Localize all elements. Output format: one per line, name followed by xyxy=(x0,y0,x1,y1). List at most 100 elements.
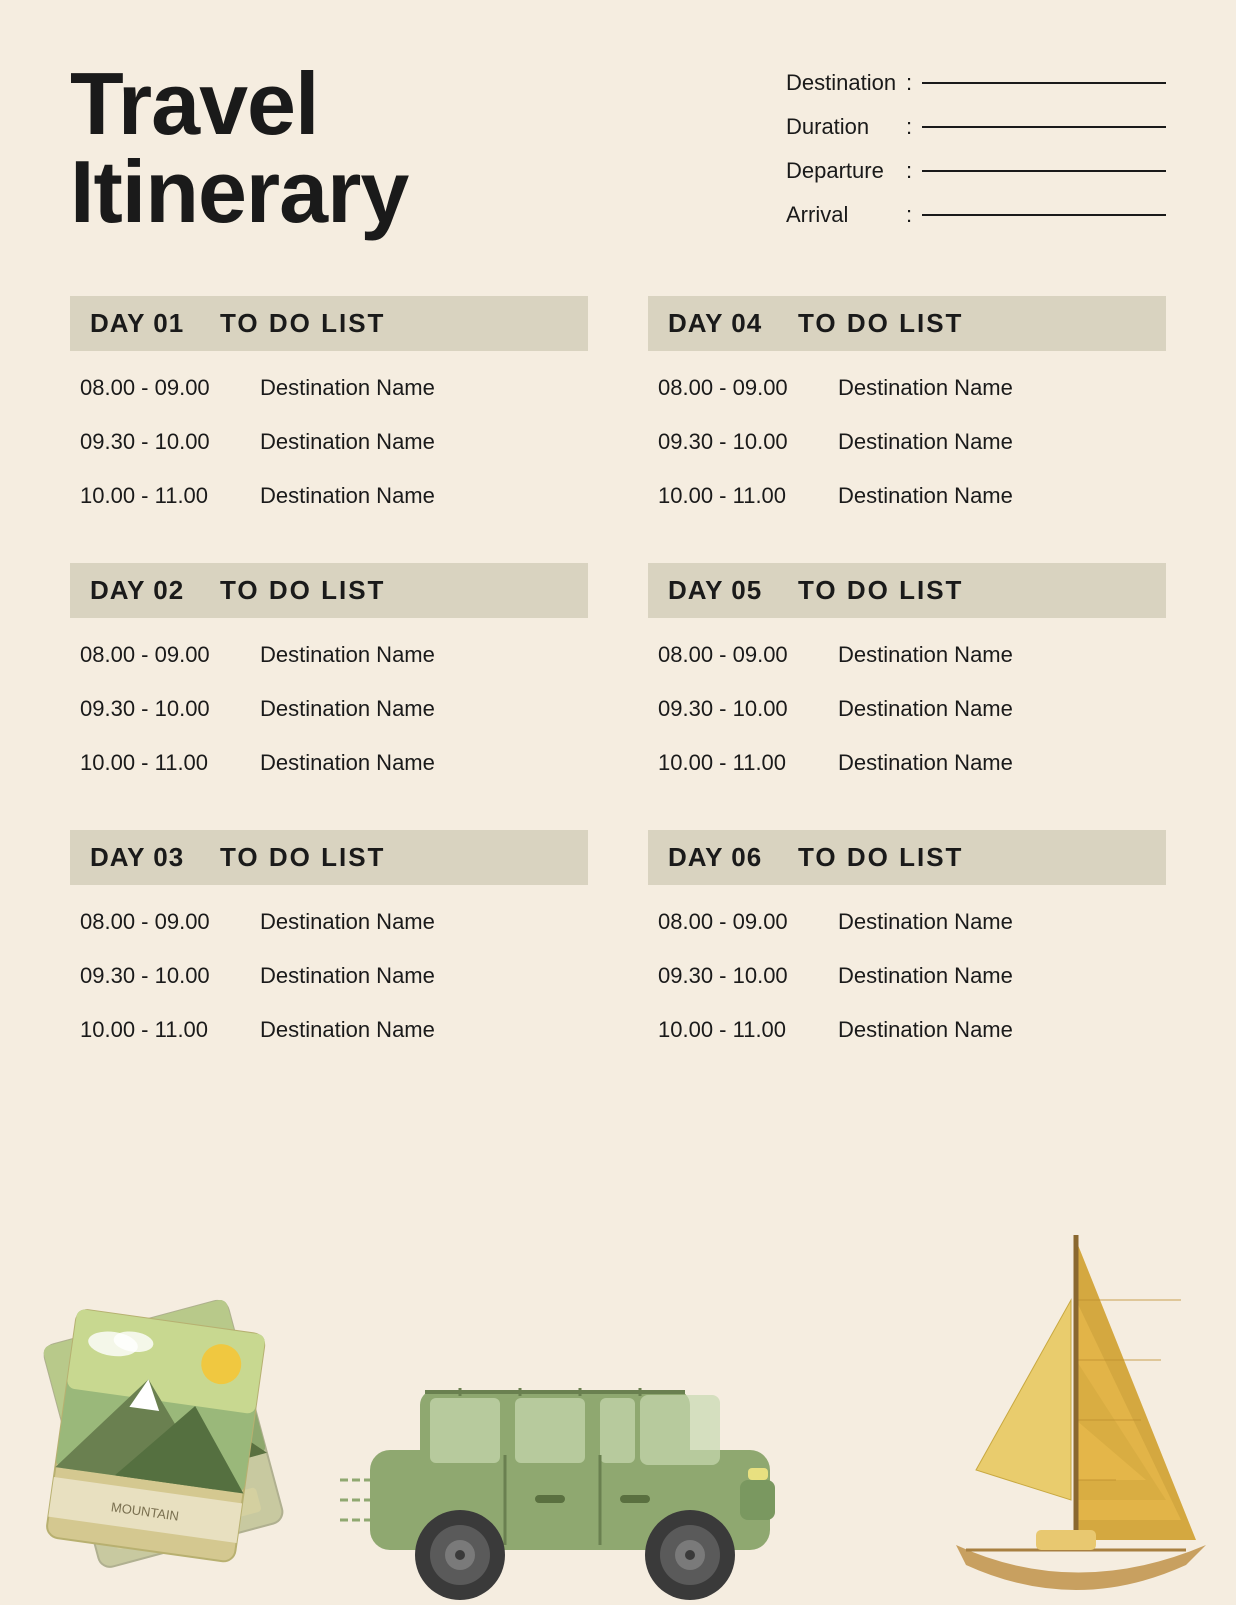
day-label-day01: DAY 01 xyxy=(90,308,220,339)
todo-label-day05: TO DO LIST xyxy=(798,575,963,606)
list-item: 08.00 - 09.00Destination Name xyxy=(648,895,1166,949)
day-header-day04: DAY 04TO DO LIST xyxy=(648,296,1166,351)
list-item: 08.00 - 09.00Destination Name xyxy=(70,895,588,949)
arrival-colon: : xyxy=(906,202,912,228)
item-destination: Destination Name xyxy=(260,1017,435,1043)
list-item: 10.00 - 11.00Destination Name xyxy=(70,1003,588,1057)
day-block-day05: DAY 05TO DO LIST08.00 - 09.00Destination… xyxy=(648,563,1166,790)
list-item: 09.30 - 10.00Destination Name xyxy=(70,682,588,736)
item-time: 10.00 - 11.00 xyxy=(80,1017,260,1043)
todo-label-day06: TO DO LIST xyxy=(798,842,963,873)
day-block-day02: DAY 02TO DO LIST08.00 - 09.00Destination… xyxy=(70,563,588,790)
arrival-label: Arrival xyxy=(786,202,896,228)
day-label-day06: DAY 06 xyxy=(668,842,798,873)
item-time: 09.30 - 10.00 xyxy=(658,696,838,722)
list-item: 09.30 - 10.00Destination Name xyxy=(648,949,1166,1003)
illustrations: MOUNTAIN xyxy=(0,1220,1236,1600)
day-block-day03: DAY 03TO DO LIST08.00 - 09.00Destination… xyxy=(70,830,588,1057)
duration-colon: : xyxy=(906,114,912,140)
todo-label-day01: TO DO LIST xyxy=(220,308,385,339)
days-grid: DAY 01TO DO LIST08.00 - 09.00Destination… xyxy=(70,296,1166,1057)
item-destination: Destination Name xyxy=(838,375,1013,401)
todo-label-day04: TO DO LIST xyxy=(798,308,963,339)
day-header-day06: DAY 06TO DO LIST xyxy=(648,830,1166,885)
duration-row: Duration : xyxy=(786,114,1166,140)
item-time: 09.30 - 10.00 xyxy=(80,696,260,722)
day-label-day05: DAY 05 xyxy=(668,575,798,606)
item-time: 09.30 - 10.00 xyxy=(80,429,260,455)
item-time: 08.00 - 09.00 xyxy=(658,375,838,401)
arrival-row: Arrival : xyxy=(786,202,1166,228)
day-header-day05: DAY 05TO DO LIST xyxy=(648,563,1166,618)
list-item: 10.00 - 11.00Destination Name xyxy=(648,736,1166,790)
item-destination: Destination Name xyxy=(260,642,435,668)
page: Travel Itinerary Destination : Duration … xyxy=(0,0,1236,1600)
departure-label: Departure xyxy=(786,158,896,184)
item-destination: Destination Name xyxy=(838,750,1013,776)
day-header-day01: DAY 01TO DO LIST xyxy=(70,296,588,351)
day-header-day02: DAY 02TO DO LIST xyxy=(70,563,588,618)
item-destination: Destination Name xyxy=(260,696,435,722)
item-destination: Destination Name xyxy=(260,963,435,989)
list-item: 08.00 - 09.00Destination Name xyxy=(70,361,588,415)
duration-label: Duration xyxy=(786,114,896,140)
item-destination: Destination Name xyxy=(838,483,1013,509)
item-time: 10.00 - 11.00 xyxy=(80,750,260,776)
info-block: Destination : Duration : Departure : Arr… xyxy=(786,60,1166,246)
list-item: 08.00 - 09.00Destination Name xyxy=(648,628,1166,682)
todo-label-day03: TO DO LIST xyxy=(220,842,385,873)
item-time: 10.00 - 11.00 xyxy=(658,750,838,776)
mountain-cards-illustration: MOUNTAIN xyxy=(30,1260,310,1600)
car-illustration xyxy=(340,1300,800,1600)
departure-line xyxy=(922,170,1166,172)
todo-label-day02: TO DO LIST xyxy=(220,575,385,606)
item-time: 09.30 - 10.00 xyxy=(80,963,260,989)
item-destination: Destination Name xyxy=(838,642,1013,668)
item-destination: Destination Name xyxy=(260,375,435,401)
day-header-day03: DAY 03TO DO LIST xyxy=(70,830,588,885)
item-time: 09.30 - 10.00 xyxy=(658,429,838,455)
list-item: 10.00 - 11.00Destination Name xyxy=(70,736,588,790)
item-destination: Destination Name xyxy=(838,909,1013,935)
day-block-day01: DAY 01TO DO LIST08.00 - 09.00Destination… xyxy=(70,296,588,523)
list-item: 08.00 - 09.00Destination Name xyxy=(648,361,1166,415)
list-item: 09.30 - 10.00Destination Name xyxy=(70,415,588,469)
list-item: 09.30 - 10.00Destination Name xyxy=(70,949,588,1003)
arrival-line xyxy=(922,214,1166,216)
item-time: 08.00 - 09.00 xyxy=(658,909,838,935)
list-item: 10.00 - 11.00Destination Name xyxy=(648,469,1166,523)
item-time: 08.00 - 09.00 xyxy=(80,909,260,935)
day-block-day04: DAY 04TO DO LIST08.00 - 09.00Destination… xyxy=(648,296,1166,523)
item-destination: Destination Name xyxy=(838,1017,1013,1043)
item-destination: Destination Name xyxy=(838,429,1013,455)
item-destination: Destination Name xyxy=(838,963,1013,989)
day-block-day06: DAY 06TO DO LIST08.00 - 09.00Destination… xyxy=(648,830,1166,1057)
departure-colon: : xyxy=(906,158,912,184)
item-destination: Destination Name xyxy=(260,909,435,935)
destination-row: Destination : xyxy=(786,70,1166,96)
item-destination: Destination Name xyxy=(260,750,435,776)
item-time: 09.30 - 10.00 xyxy=(658,963,838,989)
item-destination: Destination Name xyxy=(838,696,1013,722)
list-item: 09.30 - 10.00Destination Name xyxy=(648,415,1166,469)
day-label-day03: DAY 03 xyxy=(90,842,220,873)
item-destination: Destination Name xyxy=(260,429,435,455)
item-time: 08.00 - 09.00 xyxy=(658,642,838,668)
destination-line xyxy=(922,82,1166,84)
list-item: 09.30 - 10.00Destination Name xyxy=(648,682,1166,736)
item-time: 08.00 - 09.00 xyxy=(80,375,260,401)
page-title: Travel Itinerary xyxy=(70,60,408,236)
destination-label: Destination xyxy=(786,70,896,96)
title-block: Travel Itinerary xyxy=(70,60,408,236)
day-label-day04: DAY 04 xyxy=(668,308,798,339)
list-item: 10.00 - 11.00Destination Name xyxy=(648,1003,1166,1057)
header: Travel Itinerary Destination : Duration … xyxy=(70,60,1166,246)
item-time: 10.00 - 11.00 xyxy=(80,483,260,509)
boat-illustration xyxy=(916,1220,1236,1600)
item-time: 10.00 - 11.00 xyxy=(658,483,838,509)
item-time: 08.00 - 09.00 xyxy=(80,642,260,668)
list-item: 08.00 - 09.00Destination Name xyxy=(70,628,588,682)
item-time: 10.00 - 11.00 xyxy=(658,1017,838,1043)
duration-line xyxy=(922,126,1166,128)
item-destination: Destination Name xyxy=(260,483,435,509)
